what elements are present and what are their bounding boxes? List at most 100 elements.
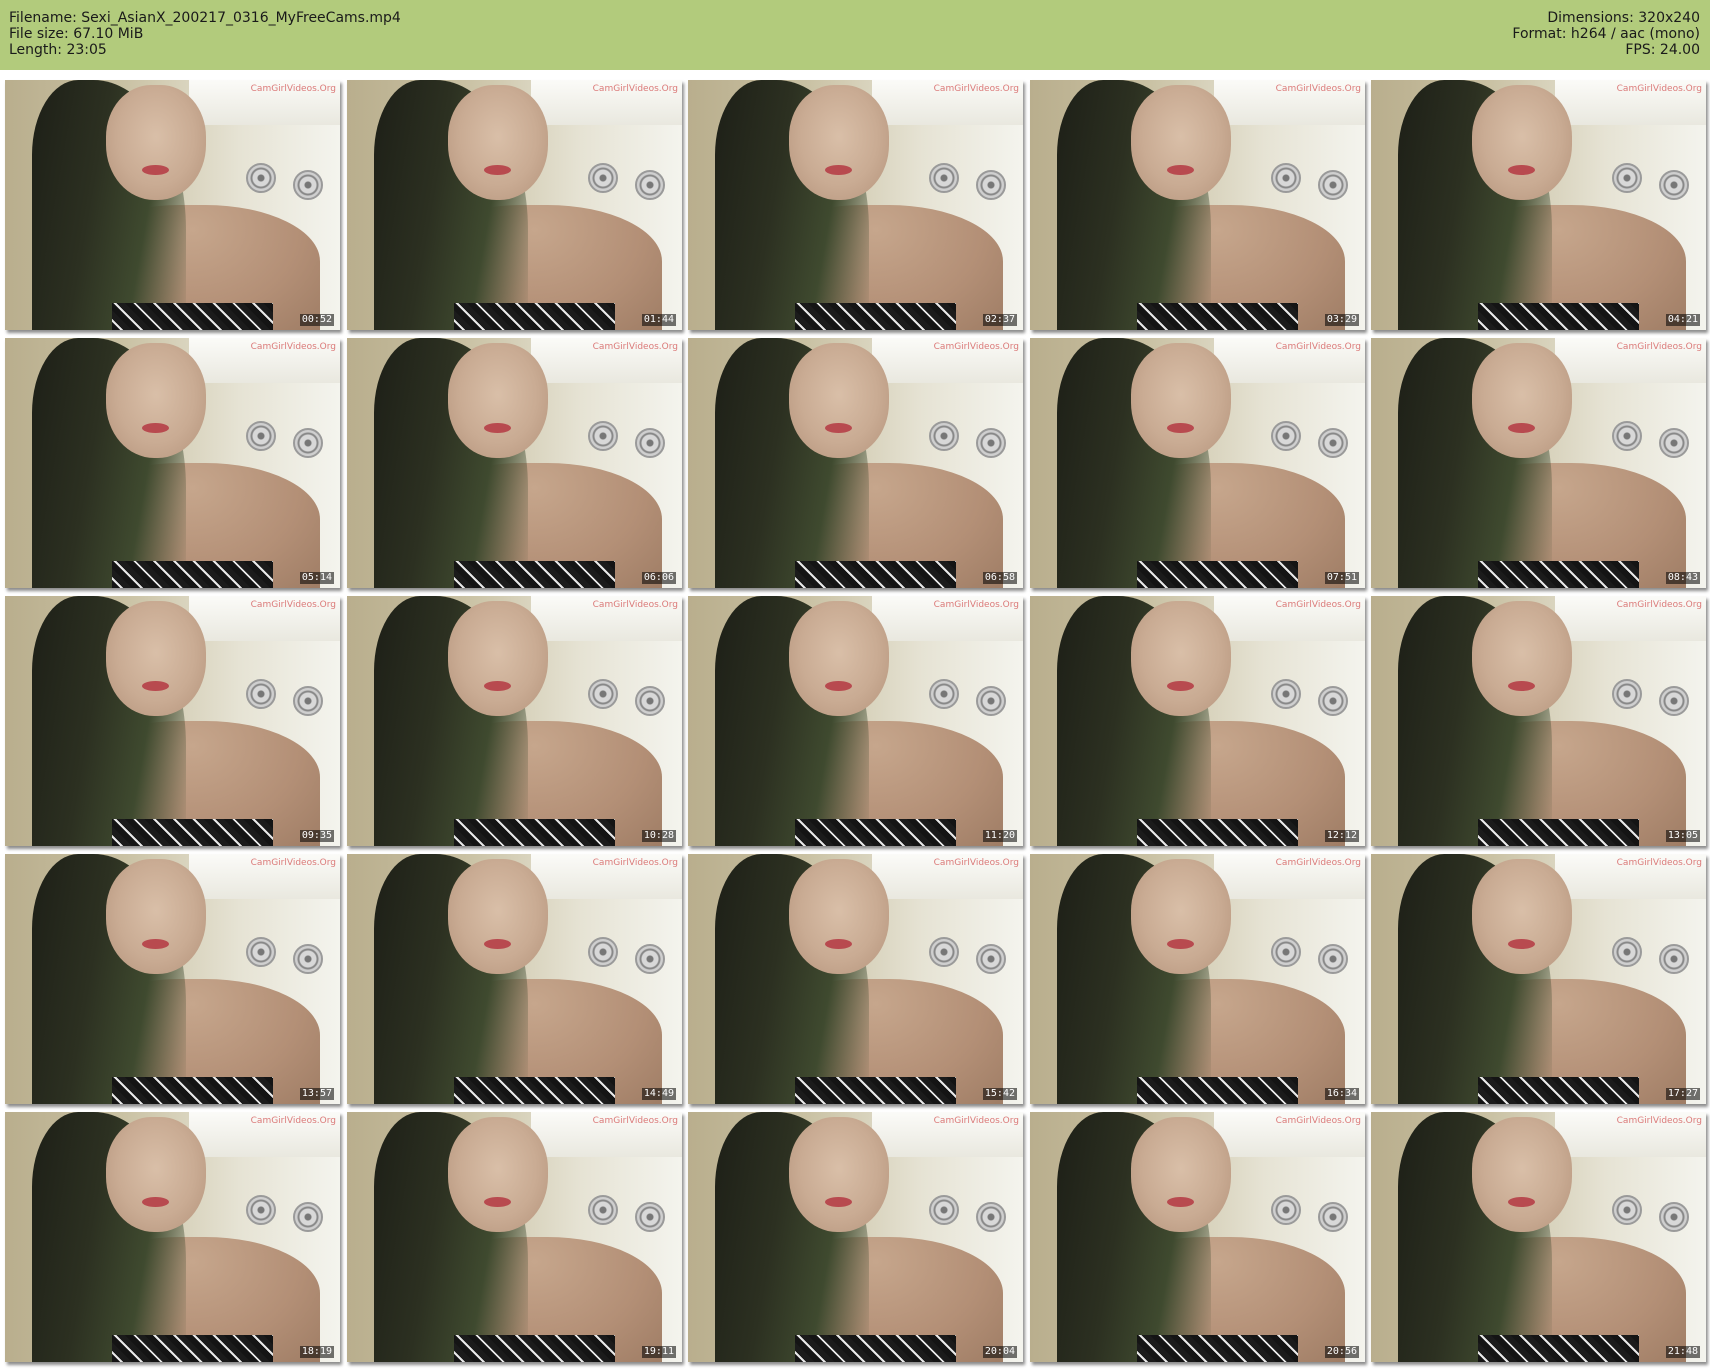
video-thumbnail[interactable]: CamGirlVideos.Org 17:27 [1371,854,1706,1104]
watermark-text: CamGirlVideos.Org [592,84,678,94]
video-thumbnail[interactable]: CamGirlVideos.Org 11:20 [688,596,1023,846]
thumbnail-frame-image [1371,338,1706,588]
timestamp-label: 05:14 [299,572,334,584]
video-thumbnail[interactable]: CamGirlVideos.Org 08:43 [1371,338,1706,588]
thumbnail-frame-image [1030,596,1365,846]
timestamp-label: 13:05 [1665,830,1700,842]
filename-text: Filename: Sexi_AsianX_200217_0316_MyFree… [9,10,401,26]
video-thumbnail[interactable]: CamGirlVideos.Org 15:42 [688,854,1023,1104]
watermark-text: CamGirlVideos.Org [1275,600,1361,610]
watermark-text: CamGirlVideos.Org [250,1116,336,1126]
format-text: Format: h264 / aac (mono) [1512,26,1700,42]
timestamp-label: 07:51 [1324,572,1359,584]
video-thumbnail[interactable]: CamGirlVideos.Org 03:29 [1030,80,1365,330]
watermark-text: CamGirlVideos.Org [1616,600,1702,610]
timestamp-label: 21:48 [1665,1346,1700,1358]
watermark-text: CamGirlVideos.Org [592,342,678,352]
watermark-text: CamGirlVideos.Org [592,1116,678,1126]
thumbnail-grid: CamGirlVideos.Org 00:52 CamGirlVideos.Org 0… [5,80,1706,1364]
watermark-text: CamGirlVideos.Org [1616,84,1702,94]
video-thumbnail[interactable]: CamGirlVideos.Org 06:06 [347,338,682,588]
thumbnail-frame-image [5,80,340,330]
timestamp-label: 16:34 [1324,1088,1359,1100]
video-thumbnail[interactable]: CamGirlVideos.Org 01:44 [347,80,682,330]
watermark-text: CamGirlVideos.Org [250,600,336,610]
video-thumbnail[interactable]: CamGirlVideos.Org 02:37 [688,80,1023,330]
thumbnail-frame-image [688,338,1023,588]
timestamp-label: 17:27 [1665,1088,1700,1100]
video-thumbnail[interactable]: CamGirlVideos.Org 09:35 [5,596,340,846]
watermark-text: CamGirlVideos.Org [933,84,1019,94]
video-thumbnail[interactable]: CamGirlVideos.Org 12:12 [1030,596,1365,846]
thumbnail-frame-image [688,596,1023,846]
timestamp-label: 02:37 [982,314,1017,326]
dimensions-text: Dimensions: 320x240 [1547,10,1700,26]
timestamp-label: 04:21 [1665,314,1700,326]
video-thumbnail[interactable]: CamGirlVideos.Org 00:52 [5,80,340,330]
timestamp-label: 10:28 [641,830,676,842]
thumbnail-frame-image [1371,1112,1706,1362]
thumbnail-frame-image [5,338,340,588]
watermark-text: CamGirlVideos.Org [250,342,336,352]
video-thumbnail[interactable]: CamGirlVideos.Org 04:21 [1371,80,1706,330]
video-thumbnail[interactable]: CamGirlVideos.Org 16:34 [1030,854,1365,1104]
video-thumbnail[interactable]: CamGirlVideos.Org 06:58 [688,338,1023,588]
video-thumbnail[interactable]: CamGirlVideos.Org 13:05 [1371,596,1706,846]
file-info-left: Filename: Sexi_AsianX_200217_0316_MyFree… [9,10,401,58]
video-thumbnail[interactable]: CamGirlVideos.Org 14:49 [347,854,682,1104]
watermark-text: CamGirlVideos.Org [933,858,1019,868]
thumbnail-frame-image [347,1112,682,1362]
video-thumbnail[interactable]: CamGirlVideos.Org 19:11 [347,1112,682,1362]
watermark-text: CamGirlVideos.Org [933,600,1019,610]
timestamp-label: 08:43 [1665,572,1700,584]
video-thumbnail[interactable]: CamGirlVideos.Org 05:14 [5,338,340,588]
watermark-text: CamGirlVideos.Org [1616,858,1702,868]
timestamp-label: 12:12 [1324,830,1359,842]
watermark-text: CamGirlVideos.Org [250,84,336,94]
thumbnail-frame-image [1371,854,1706,1104]
watermark-text: CamGirlVideos.Org [933,342,1019,352]
timestamp-label: 01:44 [641,314,676,326]
thumbnail-frame-image [1030,80,1365,330]
length-text: Length: 23:05 [9,42,107,58]
watermark-text: CamGirlVideos.Org [1616,1116,1702,1126]
video-thumbnail[interactable]: CamGirlVideos.Org 13:57 [5,854,340,1104]
video-thumbnail[interactable]: CamGirlVideos.Org 18:19 [5,1112,340,1362]
watermark-text: CamGirlVideos.Org [1275,858,1361,868]
video-thumbnail[interactable]: CamGirlVideos.Org 10:28 [347,596,682,846]
timestamp-label: 06:06 [641,572,676,584]
watermark-text: CamGirlVideos.Org [592,858,678,868]
video-thumbnail[interactable]: CamGirlVideos.Org 20:04 [688,1112,1023,1362]
watermark-text: CamGirlVideos.Org [250,858,336,868]
watermark-text: CamGirlVideos.Org [1616,342,1702,352]
thumbnail-frame-image [688,854,1023,1104]
timestamp-label: 09:35 [299,830,334,842]
thumbnail-frame-image [347,338,682,588]
filesize-text: File size: 67.10 MiB [9,26,144,42]
thumbnail-frame-image [347,80,682,330]
video-thumbnail[interactable]: CamGirlVideos.Org 21:48 [1371,1112,1706,1362]
timestamp-label: 06:58 [982,572,1017,584]
timestamp-label: 15:42 [982,1088,1017,1100]
file-info-right: Dimensions: 320x240 Format: h264 / aac (… [1512,10,1700,58]
thumbnail-frame-image [347,854,682,1104]
timestamp-label: 18:19 [299,1346,334,1358]
video-thumbnail[interactable]: CamGirlVideos.Org 07:51 [1030,338,1365,588]
video-thumbnail[interactable]: CamGirlVideos.Org 20:56 [1030,1112,1365,1362]
info-header: Filename: Sexi_AsianX_200217_0316_MyFree… [0,0,1710,70]
timestamp-label: 00:52 [299,314,334,326]
thumbnail-frame-image [1030,338,1365,588]
watermark-text: CamGirlVideos.Org [933,1116,1019,1126]
thumbnail-frame-image [688,80,1023,330]
watermark-text: CamGirlVideos.Org [1275,84,1361,94]
thumbnail-frame-image [5,1112,340,1362]
timestamp-label: 20:04 [982,1346,1017,1358]
timestamp-label: 19:11 [641,1346,676,1358]
watermark-text: CamGirlVideos.Org [1275,1116,1361,1126]
fps-text: FPS: 24.00 [1625,42,1700,58]
watermark-text: CamGirlVideos.Org [1275,342,1361,352]
timestamp-label: 20:56 [1324,1346,1359,1358]
timestamp-label: 03:29 [1324,314,1359,326]
timestamp-label: 11:20 [982,830,1017,842]
thumbnail-frame-image [347,596,682,846]
